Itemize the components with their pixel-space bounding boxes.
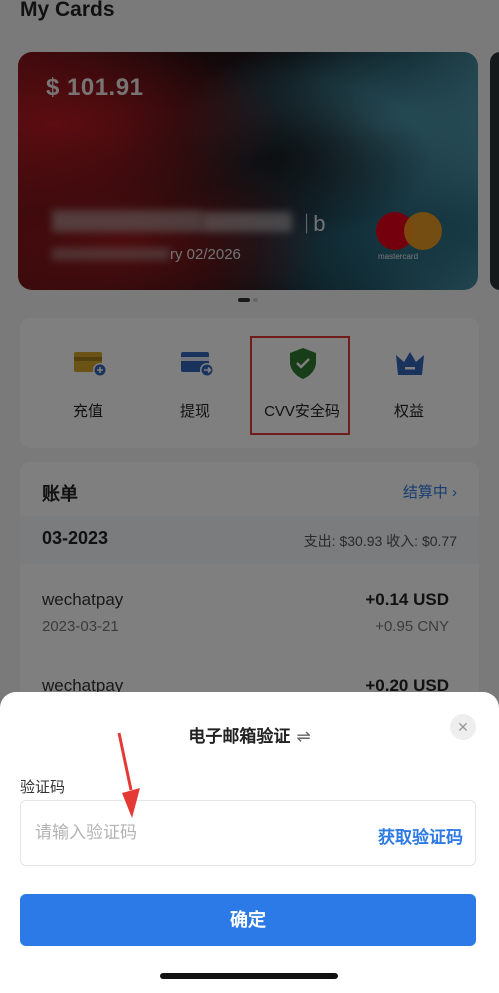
email-verify-sheet: 电子邮箱验证 ⇌ ✕ 验证码 获取验证码 确定: [0, 692, 499, 993]
get-code-button[interactable]: 获取验证码: [378, 823, 463, 848]
sheet-title-text: 电子邮箱验证: [188, 727, 291, 746]
confirm-button[interactable]: 确定: [20, 894, 476, 946]
code-input[interactable]: [35, 815, 335, 851]
close-button[interactable]: ✕: [450, 714, 476, 740]
code-field: 获取验证码: [20, 800, 476, 866]
home-indicator: [160, 973, 338, 979]
sheet-title: 电子邮箱验证 ⇌: [0, 722, 499, 747]
close-icon: ✕: [457, 719, 469, 735]
swap-icon[interactable]: ⇌: [296, 727, 310, 747]
code-field-label: 验证码: [20, 779, 66, 796]
